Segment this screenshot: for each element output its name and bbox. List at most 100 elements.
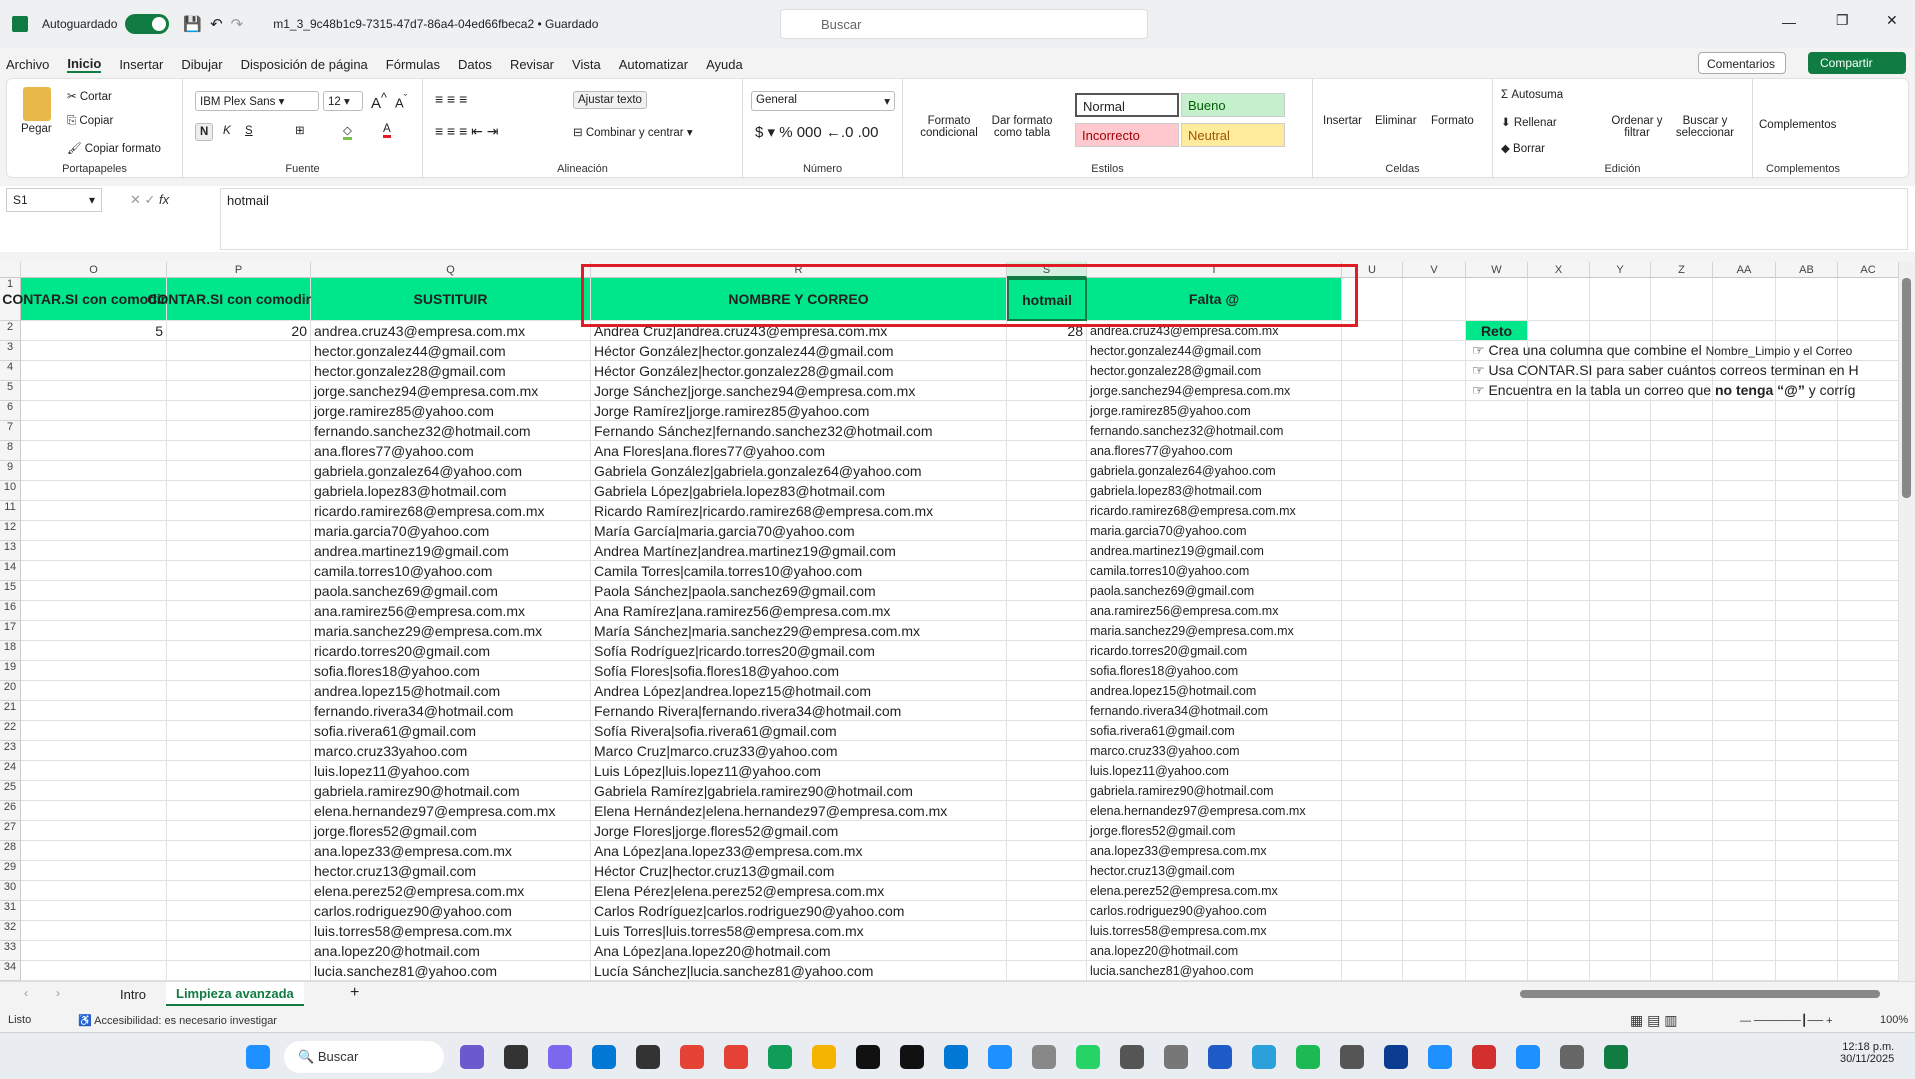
cell[interactable] (1466, 581, 1528, 601)
column-header-S[interactable]: S (1007, 262, 1087, 278)
cell[interactable] (1528, 401, 1590, 421)
cell-R[interactable]: Elena Hernández|elena.hernandez97@empres… (591, 801, 1007, 821)
cell[interactable] (1776, 561, 1838, 581)
cell[interactable] (1342, 541, 1403, 561)
sheet-tab-limpieza[interactable]: Limpieza avanzada (166, 982, 304, 1006)
cell[interactable] (1838, 841, 1899, 861)
cell[interactable] (1838, 741, 1899, 761)
cell[interactable] (1713, 661, 1776, 681)
cell[interactable] (1713, 278, 1776, 321)
cell-O[interactable] (21, 761, 167, 781)
cell[interactable] (1590, 541, 1651, 561)
row-header-5[interactable]: 5 (0, 381, 21, 401)
cell[interactable] (1466, 701, 1528, 721)
cell[interactable] (1713, 681, 1776, 701)
column-header-Y[interactable]: Y (1590, 262, 1651, 278)
cell-R[interactable]: Carlos Rodríguez|carlos.rodriguez90@yaho… (591, 901, 1007, 921)
cell[interactable] (1838, 901, 1899, 921)
taskbar-app-icon[interactable] (1560, 1045, 1584, 1069)
cell[interactable] (1590, 821, 1651, 841)
header-cell-Q[interactable]: SUSTITUIR (311, 278, 591, 321)
cell-R[interactable]: María Sánchez|maria.sanchez29@empresa.co… (591, 621, 1007, 641)
cell[interactable] (1838, 501, 1899, 521)
cell[interactable] (1342, 581, 1403, 601)
cell[interactable] (1838, 781, 1899, 801)
cell[interactable] (1342, 901, 1403, 921)
cell-R[interactable]: Gabriela López|gabriela.lopez83@hotmail.… (591, 481, 1007, 501)
row-header-20[interactable]: 20 (0, 681, 21, 701)
cell-R[interactable]: Andrea Cruz|andrea.cruz43@empresa.com.mx (591, 321, 1007, 341)
cell-O[interactable] (21, 581, 167, 601)
cell-S[interactable] (1007, 381, 1087, 401)
cell-P[interactable] (167, 501, 311, 521)
cell[interactable] (1838, 401, 1899, 421)
cell-P[interactable] (167, 481, 311, 501)
taskbar-app-icon[interactable] (504, 1045, 528, 1069)
close-icon[interactable]: ✕ (1886, 12, 1898, 29)
sheet-tab-intro[interactable]: Intro (120, 987, 146, 1002)
cell-P[interactable] (167, 401, 311, 421)
cell-Q[interactable]: maria.sanchez29@empresa.com.mx (311, 621, 591, 641)
cell[interactable] (1838, 421, 1899, 441)
cell-S[interactable] (1007, 781, 1087, 801)
cell[interactable] (1403, 541, 1466, 561)
cell[interactable] (1776, 601, 1838, 621)
taskbar-search[interactable]: 🔍 Buscar (284, 1041, 444, 1073)
minimize-icon[interactable]: — (1782, 14, 1796, 30)
cell[interactable] (1713, 401, 1776, 421)
cell[interactable] (1403, 621, 1466, 641)
cell-O[interactable] (21, 941, 167, 961)
cell[interactable] (1713, 601, 1776, 621)
cell[interactable] (1590, 961, 1651, 981)
cell[interactable] (1651, 541, 1713, 561)
cell[interactable] (1403, 901, 1466, 921)
cell-Q[interactable]: ana.lopez20@hotmail.com (311, 941, 591, 961)
cell-O[interactable] (21, 821, 167, 841)
cell[interactable] (1342, 961, 1403, 981)
share-button[interactable]: Compartir (1808, 52, 1906, 74)
cell[interactable] (1466, 561, 1528, 581)
cell-S[interactable] (1007, 501, 1087, 521)
cell[interactable] (1838, 541, 1899, 561)
cell-O[interactable] (21, 901, 167, 921)
cell-O[interactable] (21, 521, 167, 541)
column-header-O[interactable]: O (21, 262, 167, 278)
taskbar-app-icon[interactable] (900, 1045, 924, 1069)
cell[interactable] (1590, 881, 1651, 901)
cell-R[interactable]: Elena Pérez|elena.perez52@empresa.com.mx (591, 881, 1007, 901)
style-normal[interactable]: Normal (1075, 93, 1179, 117)
cell[interactable] (1590, 321, 1651, 341)
cell-S[interactable] (1007, 641, 1087, 661)
cell-P[interactable] (167, 341, 311, 361)
cell[interactable] (1403, 441, 1466, 461)
cell-Q[interactable]: ana.flores77@yahoo.com (311, 441, 591, 461)
cell[interactable] (1342, 501, 1403, 521)
cell-Q[interactable]: gabriela.lopez83@hotmail.com (311, 481, 591, 501)
cell[interactable] (1403, 781, 1466, 801)
cell[interactable] (1838, 721, 1899, 741)
search-input[interactable]: Buscar (780, 9, 1148, 39)
decrease-font-icon[interactable]: Aˇ (395, 93, 407, 110)
cell[interactable] (1528, 278, 1590, 321)
cell[interactable] (1713, 521, 1776, 541)
cell[interactable] (1713, 421, 1776, 441)
cell[interactable] (1713, 641, 1776, 661)
cell[interactable] (1651, 901, 1713, 921)
cell-S[interactable] (1007, 401, 1087, 421)
cell[interactable] (1528, 781, 1590, 801)
cell[interactable] (1838, 881, 1899, 901)
cell-P[interactable] (167, 521, 311, 541)
cell-S[interactable] (1007, 941, 1087, 961)
cell-O[interactable] (21, 681, 167, 701)
cell[interactable] (1713, 821, 1776, 841)
cell[interactable] (1403, 501, 1466, 521)
windows-start-icon[interactable] (246, 1045, 270, 1069)
cell[interactable] (1466, 741, 1528, 761)
cell-S[interactable] (1007, 461, 1087, 481)
clock[interactable]: 12:18 p.m. 30/11/2025 (1840, 1041, 1894, 1065)
cell[interactable] (1713, 961, 1776, 981)
cell-Q[interactable]: camila.torres10@yahoo.com (311, 561, 591, 581)
cell-T[interactable]: ana.flores77@yahoo.com (1087, 441, 1342, 461)
cell[interactable] (1342, 481, 1403, 501)
row-header-33[interactable]: 33 (0, 941, 21, 961)
